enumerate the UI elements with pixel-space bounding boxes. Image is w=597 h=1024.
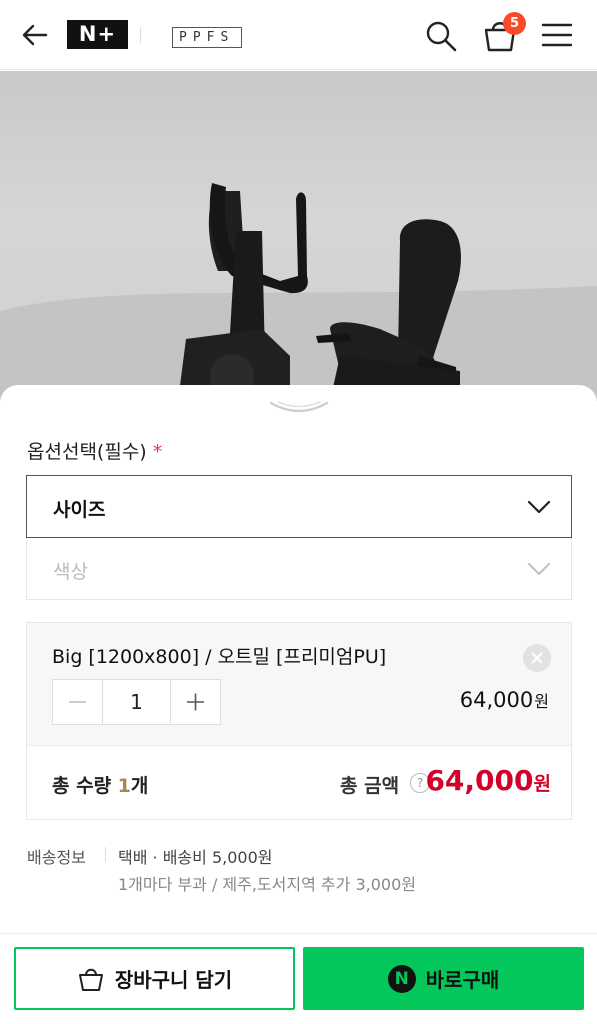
total-summary: 총 수량 1개 총 금액 ? 64,000원 — [27, 747, 571, 819]
quantity-input[interactable]: 1 — [102, 680, 171, 724]
add-to-cart-label: 장바구니 담기 — [114, 968, 233, 992]
total-quantity-suffix: 개 — [130, 775, 149, 797]
minus-icon — [69, 701, 86, 703]
total-quantity-prefix: 총 수량 — [52, 775, 118, 797]
total-amount-label: 총 금액 — [340, 775, 400, 797]
color-select[interactable]: 색상 — [26, 538, 572, 600]
buy-now-button[interactable]: N 바로구매 — [303, 947, 584, 1010]
shipping-fee: 택배 · 배송비 5,000원 — [118, 848, 273, 867]
shopping-bag-icon — [78, 968, 103, 991]
footer-divider — [0, 933, 597, 934]
sheet-collapse-chevron-icon[interactable] — [268, 399, 330, 417]
nplus-logo[interactable]: N+ — [67, 20, 128, 49]
product-image[interactable] — [0, 71, 597, 401]
color-select-label: 색상 — [53, 561, 88, 583]
shipping-divider — [105, 847, 106, 862]
required-mark: * — [152, 441, 163, 463]
buy-now-label: 바로구매 — [425, 968, 500, 992]
size-select-label: 사이즈 — [53, 499, 106, 521]
shipping-note: 1개마다 부과 / 제주,도서지역 추가 3,000원 — [118, 875, 416, 894]
product-page: N+ PPFS 5 옵션선택(필수) * 사이즈 색상 Big [1200x80… — [0, 0, 597, 1024]
quantity-stepper: 1 — [52, 679, 221, 725]
cart-count-badge: 5 — [503, 12, 526, 35]
search-icon[interactable] — [424, 19, 458, 53]
recumbent-bike-illustration — [0, 183, 597, 401]
option-price-value: 64,000 — [459, 688, 534, 712]
hamburger-menu-icon[interactable] — [540, 21, 574, 49]
chevron-down-icon — [527, 500, 551, 514]
remove-option-icon[interactable] — [523, 644, 551, 672]
buy-now-content: N 바로구매 — [303, 947, 584, 1010]
total-price: 64,000원 — [425, 764, 551, 797]
selected-option-box: Big [1200x800] / 오트밀 [프리미엄PU] 1 64,000원 … — [26, 622, 572, 820]
top-header: N+ PPFS 5 — [0, 0, 597, 70]
add-to-cart-content: 장바구니 담기 — [16, 949, 293, 1008]
option-bottom-sheet: 옵션선택(필수) * 사이즈 색상 Big [1200x800] / 오트밀 [프… — [0, 385, 597, 1024]
selected-option-item: Big [1200x800] / 오트밀 [프리미엄PU] 1 64,000원 — [27, 623, 571, 746]
plus-icon — [187, 693, 204, 711]
total-price-value: 64,000 — [425, 764, 534, 797]
store-logo[interactable]: PPFS — [172, 27, 242, 48]
option-title: 옵션선택(필수) * — [27, 437, 162, 464]
option-price-currency: 원 — [534, 692, 549, 711]
selected-option-name: Big [1200x800] / 오트밀 [프리미엄PU] — [52, 646, 387, 668]
total-price-currency: 원 — [533, 773, 551, 795]
size-select[interactable]: 사이즈 — [26, 475, 572, 538]
quantity-decrease-button[interactable] — [53, 680, 102, 724]
logo-divider — [140, 27, 141, 43]
option-price: 64,000원 — [460, 688, 549, 712]
total-quantity: 총 수량 1개 — [52, 771, 148, 798]
naver-pay-icon: N — [387, 964, 416, 993]
chevron-down-icon — [527, 562, 551, 576]
back-arrow-icon[interactable] — [20, 20, 50, 50]
total-quantity-value: 1 — [117, 775, 131, 797]
option-title-text: 옵션선택(필수) — [27, 441, 147, 463]
shipping-info-label: 배송정보 — [27, 848, 86, 867]
quantity-increase-button[interactable] — [171, 680, 220, 724]
add-to-cart-button[interactable]: 장바구니 담기 — [14, 947, 295, 1010]
